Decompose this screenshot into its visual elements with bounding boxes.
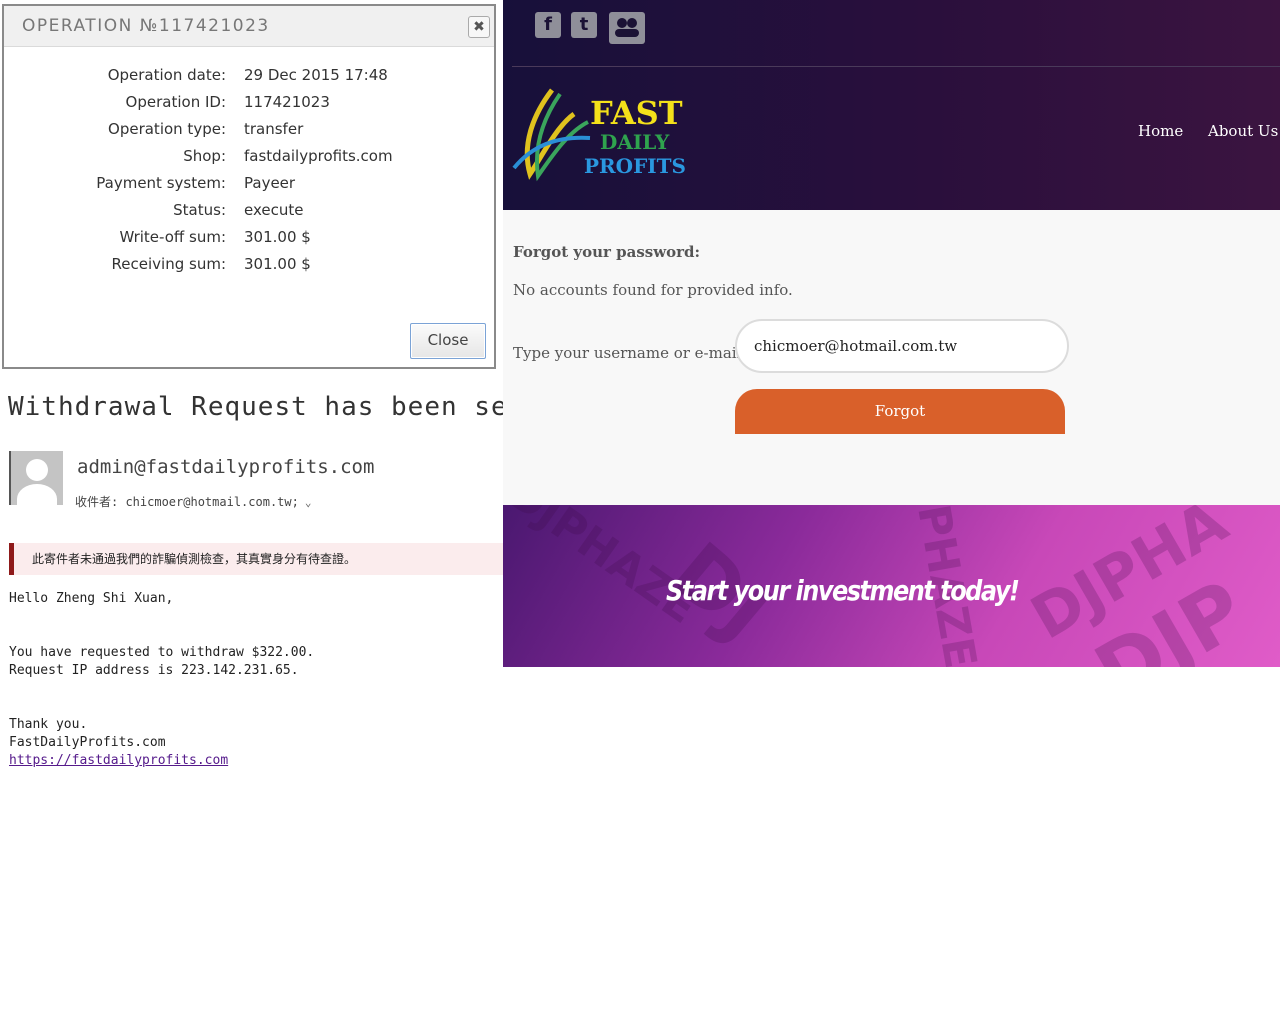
fraud-warning-banner: 此寄件者未通過我們的詐騙偵測檢查，其真實身分有待查證。 <box>9 543 503 575</box>
nav-home[interactable]: Home <box>1138 122 1183 140</box>
detail-value: execute <box>244 201 304 219</box>
detail-label: Payment system: <box>96 174 226 192</box>
detail-row: Operation type: transfer <box>4 120 494 147</box>
recipients-text: 收件者: chicmoer@hotmail.com.tw; <box>75 495 299 509</box>
promo-banner[interactable]: DJPHAZE DJ DJPHAZE DJPHA DJP Start your … <box>503 505 1280 667</box>
site-logo[interactable]: FAST DAILY PROFITS <box>512 86 702 182</box>
forgot-password-title: Forgot your password: <box>513 243 701 261</box>
detail-value: fastdailyprofits.com <box>244 147 393 165</box>
logo-line-profits: PROFITS <box>584 154 686 178</box>
detail-value: 29 Dec 2015 17:48 <box>244 66 388 84</box>
detail-row: Operation date: 29 Dec 2015 17:48 <box>4 66 494 93</box>
forgot-password-section: Forgot your password: No accounts found … <box>503 210 1280 505</box>
operation-dialog: OPERATION №117421023 ✖ Operation date: 2… <box>2 4 496 369</box>
detail-row: Write-off sum: 301.00 $ <box>4 228 494 255</box>
logo-line-daily: DAILY <box>600 130 670 154</box>
twitter-icon[interactable]: t <box>571 12 597 38</box>
email-link[interactable]: https://fastdailyprofits.com <box>9 753 228 768</box>
detail-label: Operation ID: <box>125 93 226 111</box>
site-header: f t FAST DAILY PROFITS Home About Us <box>503 0 1280 210</box>
detail-value: 301.00 $ <box>244 255 311 273</box>
avatar <box>9 451 63 505</box>
detail-label: Operation type: <box>108 120 226 138</box>
detail-row: Operation ID: 117421023 <box>4 93 494 120</box>
detail-value: 301.00 $ <box>244 228 311 246</box>
logo-swoosh-icon <box>512 88 591 182</box>
nav-about-us[interactable]: About Us <box>1208 122 1278 140</box>
detail-label: Receiving sum: <box>111 255 226 273</box>
logo-line-fast: FAST <box>590 94 683 132</box>
promo-text: Start your investment today! <box>666 574 1020 608</box>
username-email-label: Type your username or e-mail: <box>513 344 747 362</box>
facebook-icon[interactable]: f <box>535 12 561 38</box>
header-divider <box>512 66 1280 67</box>
detail-label: Write-off sum: <box>119 228 226 246</box>
detail-value: 117421023 <box>244 93 330 111</box>
detail-label: Shop: <box>183 147 226 165</box>
email-sender[interactable]: admin@fastdailyprofits.com <box>77 456 374 478</box>
detail-value: transfer <box>244 120 304 138</box>
detail-label: Status: <box>173 201 226 219</box>
detail-row: Payment system: Payeer <box>4 174 494 201</box>
error-message: No accounts found for provided info. <box>513 281 793 299</box>
email-body: Hello Zheng Shi Xuan, You have requested… <box>9 590 314 770</box>
operation-details: Operation date: 29 Dec 2015 17:48 Operat… <box>4 66 494 282</box>
detail-value: Payeer <box>244 174 296 192</box>
email-recipients: 收件者: chicmoer@hotmail.com.tw; ⌄ <box>75 493 311 510</box>
community-icon[interactable] <box>609 12 645 44</box>
detail-label: Operation date: <box>107 66 226 84</box>
detail-row: Status: execute <box>4 201 494 228</box>
email-subject: Withdrawal Request has been sent <box>8 392 503 422</box>
chevron-down-icon[interactable]: ⌄ <box>305 496 312 509</box>
dialog-titlebar: OPERATION №117421023 ✖ <box>4 6 494 47</box>
close-button[interactable]: Close <box>410 323 486 359</box>
forgot-button[interactable]: Forgot <box>735 389 1065 434</box>
close-icon[interactable]: ✖ <box>468 16 490 38</box>
email-body-text: Hello Zheng Shi Xuan, You have requested… <box>9 591 315 750</box>
username-email-input[interactable] <box>735 319 1069 373</box>
detail-row: Receiving sum: 301.00 $ <box>4 255 494 282</box>
dialog-title: OPERATION №117421023 <box>22 16 270 36</box>
detail-row: Shop: fastdailyprofits.com <box>4 147 494 174</box>
